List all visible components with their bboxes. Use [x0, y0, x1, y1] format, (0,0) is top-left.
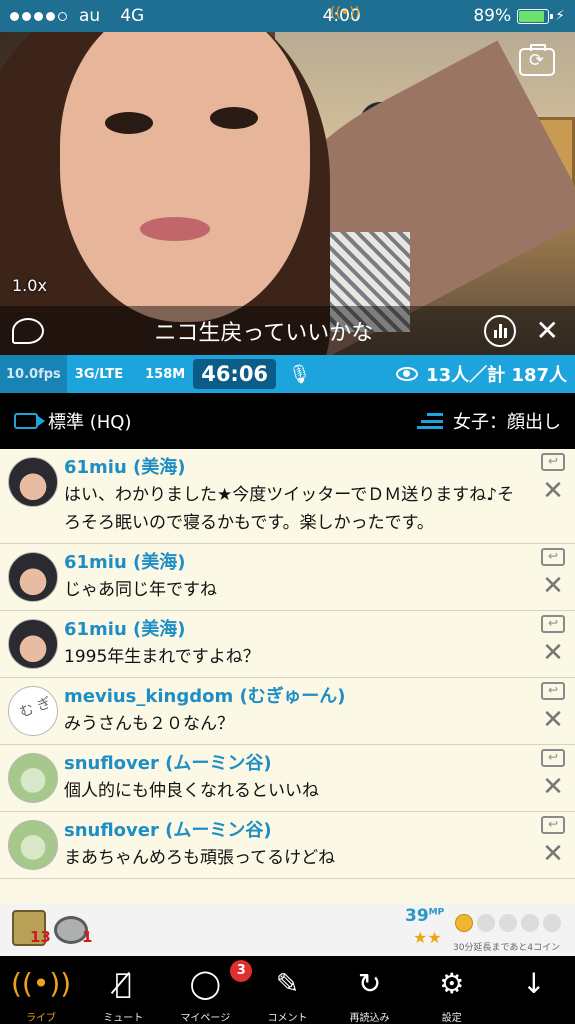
comment-row[interactable]: 61miu (美海) はい、わかりました★今度ツイッターでＤＭ送りますね♪そろそろ…	[0, 449, 575, 544]
coin-slot	[521, 914, 539, 932]
delete-icon[interactable]: ✕	[542, 573, 564, 599]
bottom-tab-bar: ((•)) ライブ 🎙̸ ミュート ◯ 3 マイページ ✎ コメント ↻ 再読込…	[0, 956, 575, 1024]
fps-label: 10.0fps	[0, 355, 67, 393]
delete-icon[interactable]: ✕	[542, 774, 564, 800]
close-icon[interactable]: ✕	[536, 314, 559, 347]
comment-text: はい、わかりました★今度ツイッターでＤＭ送りますね♪そろそろ眠いので寝るかもです…	[64, 485, 515, 533]
comment-author[interactable]: mevius_kingdom (むぎゅーん)	[64, 684, 525, 710]
viewer-count-text: 13人／計 187人	[426, 365, 567, 386]
avatar[interactable]	[8, 552, 58, 602]
comment-text: 個人的にも仲良くなれるといいね	[64, 781, 319, 801]
tab-settings[interactable]: ⚙ 設定	[411, 956, 493, 1024]
avatar[interactable]	[8, 457, 58, 507]
delete-icon[interactable]: ✕	[542, 707, 564, 733]
reply-icon[interactable]: ↩	[541, 548, 565, 566]
tab-collapse[interactable]: ↓	[493, 956, 575, 1024]
comment-row[interactable]: 61miu (美海) じゃあ同じ年ですね ↩ ✕	[0, 544, 575, 611]
charging-icon: ⚡	[555, 8, 565, 24]
tab-live[interactable]: ((•)) ライブ	[0, 956, 82, 1024]
comment-text: みうさんも２０なん？	[64, 714, 234, 734]
avatar[interactable]	[8, 619, 58, 669]
extension-text: 30分延長まであと4コイン	[453, 943, 561, 953]
delete-icon[interactable]: ✕	[542, 841, 564, 867]
battery-icon	[517, 8, 554, 24]
menu-lines-icon	[417, 413, 443, 429]
extension-coins	[455, 914, 561, 932]
comment-author[interactable]: 61miu (美海)	[64, 455, 525, 481]
eye-icon	[396, 367, 419, 381]
quality-label[interactable]: 標準 (HQ)	[48, 408, 131, 434]
coin-slot	[543, 914, 561, 932]
stream-info-bar: 10.0fps 3G/LTE 158M 46:06 🎙 13人／計 187人	[0, 355, 575, 393]
mic-level-icon: 🎙	[288, 363, 311, 385]
network-type: 4G	[120, 6, 145, 26]
network-label: 3G/LTE	[74, 366, 124, 382]
reply-icon[interactable]: ↩	[541, 749, 565, 767]
carrier-name: au	[79, 6, 101, 26]
comment-author[interactable]: snuflover (ムーミン谷)	[64, 818, 525, 844]
signal-strength-icon	[10, 11, 67, 21]
comment-row[interactable]: 61miu (美海) 1995年生まれですよね？ ↩ ✕	[0, 611, 575, 678]
gear-icon: ⚙	[439, 967, 465, 1000]
reload-icon: ↻	[357, 967, 382, 1000]
tea-can-count: 13	[30, 928, 51, 946]
caption-bar: ニコ生戻っていいかな ✕	[0, 306, 575, 355]
avatar[interactable]	[8, 753, 58, 803]
switch-camera-icon[interactable]	[519, 44, 555, 76]
tab-comment[interactable]: ✎ コメント	[246, 956, 328, 1024]
coin-slot	[499, 914, 517, 932]
comment-author[interactable]: 61miu (美海)	[64, 617, 525, 643]
tab-mypage[interactable]: ◯ 3 マイページ	[164, 956, 253, 1024]
comment-list[interactable]: 61miu (美海) はい、わかりました★今度ツイッターでＤＭ送りますね♪そろそろ…	[0, 449, 575, 904]
category-label: 女子：顔出し	[453, 412, 561, 433]
gift-bar: 13 1 39MP ★★ 30分延長まであと4コイン	[0, 904, 575, 956]
stats-icon[interactable]	[483, 314, 516, 347]
star-rank-icon: ★★	[413, 928, 442, 947]
comment-author[interactable]: 61miu (美海)	[64, 550, 525, 576]
comment-row[interactable]: snuflover (ムーミン谷) まあちゃんめろも頑張ってるけどね ↩ ✕	[0, 812, 575, 879]
broadcast-caption: ニコ生戻っていいかな	[154, 320, 374, 346]
viewer-count: 13人／計 187人	[396, 361, 567, 387]
data-size-label: 158M	[145, 366, 186, 382]
comment-row[interactable]: snuflover (ムーミン谷) 個人的にも仲良くなれるといいね ↩ ✕	[0, 745, 575, 812]
category-selector[interactable]: 女子：顔出し	[417, 408, 561, 434]
tab-reload[interactable]: ↻ 再読込み	[329, 956, 411, 1024]
status-bar: au 4G 4:00 ((•)) 89% ⚡	[0, 0, 575, 32]
reply-icon[interactable]: ↩	[541, 615, 565, 633]
reply-icon[interactable]: ↩	[541, 682, 565, 700]
comment-row[interactable]: mevius_kingdom (むぎゅーん) みうさんも２０なん？ ↩ ✕	[0, 678, 575, 745]
delete-icon[interactable]: ✕	[542, 640, 564, 666]
comment-edit-icon: ✎	[275, 967, 300, 1000]
delete-icon[interactable]: ✕	[542, 478, 564, 504]
video-camera-icon	[14, 413, 45, 429]
coin-slot	[455, 914, 473, 932]
live-video[interactable]: 1.0x ニコ生戻っていいかな ✕	[0, 32, 575, 355]
broadcast-timer: 46:06	[193, 359, 277, 389]
comment-author[interactable]: snuflover (ムーミン谷)	[64, 751, 525, 777]
broadcast-icon: ((•))	[10, 967, 72, 1000]
battery-percent: 89%	[473, 6, 512, 26]
user-icon: ◯	[189, 967, 222, 1000]
down-arrow-icon: ↓	[522, 967, 546, 1000]
avatar[interactable]	[8, 820, 58, 870]
comment-text: まあちゃんめろも頑張ってるけどね	[64, 848, 336, 868]
avatar[interactable]	[8, 686, 58, 736]
tab-mute[interactable]: 🎙̸ ミュート	[82, 956, 164, 1024]
zoom-level: 1.0x	[12, 276, 47, 295]
comment-text: じゃあ同じ年ですね	[64, 580, 217, 600]
reply-icon[interactable]: ↩	[541, 816, 565, 834]
reply-icon[interactable]: ↩	[541, 453, 565, 471]
mute-mic-icon: 🎙̸	[114, 967, 132, 1000]
mp-points: 39MP	[405, 906, 445, 926]
coin-gift-count: 1	[82, 928, 93, 946]
live-indicator-icon: ((•))	[330, 5, 361, 21]
comment-text: 1995年生まれですよね？	[64, 647, 260, 667]
quality-bar: 標準 (HQ) 女子：顔出し	[0, 393, 575, 449]
coin-slot	[477, 914, 495, 932]
speech-bubble-icon[interactable]	[12, 317, 44, 344]
